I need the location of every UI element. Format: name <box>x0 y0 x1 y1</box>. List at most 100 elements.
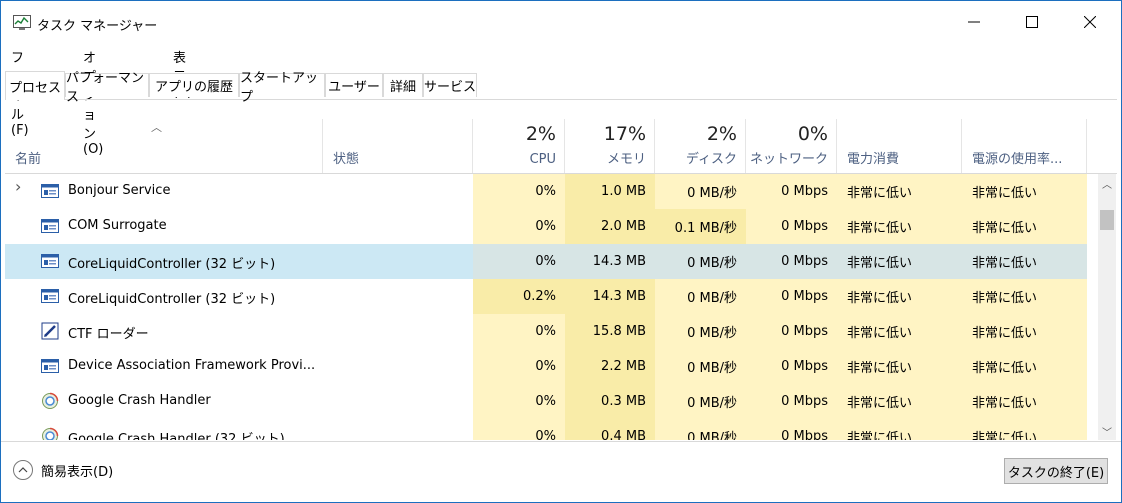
service-icon <box>41 357 59 375</box>
power-cell: 非常に低い <box>837 314 962 349</box>
cpu-total: 2% <box>525 123 556 145</box>
power-trend-cell: 非常に低い <box>962 384 1087 419</box>
memory-cell: 0.4 MB <box>565 419 655 440</box>
column-header: ︿ 名前 状態 2% CPU 17% メモリ 2% ディスク 0% ネットワーク… <box>5 119 1117 174</box>
fewer-details-label: 簡易表示(D) <box>41 464 114 480</box>
process-row[interactable]: Google Crash Handler (32 ビット) 0% 0.4 MB 0 M… <box>5 419 1098 440</box>
process-row[interactable]: CTF ローダー 0% 15.8 MB 0 MB/秒 0 Mbps 非常に低い 非常に低い <box>5 314 1098 349</box>
fewer-details-button[interactable]: 簡易表示(D) <box>13 460 113 480</box>
cpu-cell: 0% <box>473 244 565 279</box>
process-row[interactable]: Google Crash Handler 0% 0.3 MB 0 MB/秒 0 Mbps… <box>5 384 1098 419</box>
end-task-button[interactable]: タスクの終了(E) <box>1004 458 1108 484</box>
process-name: Device Association Framework Provi... <box>68 358 316 373</box>
chevron-up-icon <box>13 460 33 480</box>
power-cell: 非常に低い <box>837 244 962 279</box>
process-row[interactable]: CoreLiquidController (32 ビット) 0% 14.3 MB 0 … <box>5 244 1098 279</box>
cpu-cell: 0% <box>473 419 565 440</box>
title-bar: タスク マネージャー <box>1 1 1121 43</box>
column-memory[interactable]: 17% メモリ <box>565 119 655 173</box>
power-trend-cell: 非常に低い <box>962 419 1087 440</box>
power-trend-cell: 非常に低い <box>962 244 1087 279</box>
network-cell: 0 Mbps <box>746 384 837 419</box>
column-power[interactable]: 電力消費 <box>837 119 962 173</box>
memory-cell: 1.0 MB <box>565 174 655 209</box>
process-name: CoreLiquidController (32 ビット) <box>68 292 276 307</box>
process-name: CoreLiquidController (32 ビット) <box>68 257 276 272</box>
power-trend-cell: 非常に低い <box>962 279 1087 314</box>
service-icon <box>41 217 59 235</box>
tab-app-history[interactable]: アプリの履歴 <box>149 73 239 97</box>
tab-services[interactable]: サービス <box>423 73 477 97</box>
power-trend-cell: 非常に低い <box>962 349 1087 384</box>
network-cell: 0 Mbps <box>746 314 837 349</box>
network-total: 0% <box>797 123 828 145</box>
tab-startup[interactable]: スタートアップ <box>239 71 325 105</box>
power-trend-cell: 非常に低い <box>962 209 1087 244</box>
task-manager-icon <box>13 15 31 31</box>
disk-cell: 0 MB/秒 <box>655 279 746 314</box>
column-disk[interactable]: 2% ディスク <box>655 119 746 173</box>
process-name: CTF ローダー <box>68 327 149 342</box>
power-cell: 非常に低い <box>837 174 962 209</box>
network-cell: 0 Mbps <box>746 209 837 244</box>
scroll-up-icon[interactable]: ︿ <box>1098 174 1116 192</box>
memory-cell: 15.8 MB <box>565 314 655 349</box>
scroll-thumb[interactable] <box>1100 210 1114 230</box>
process-name: Google Crash Handler <box>68 393 211 408</box>
process-row[interactable]: Device Association Framework Provi... 0% 2… <box>5 349 1098 384</box>
memory-cell: 2.0 MB <box>565 209 655 244</box>
process-row[interactable]: CoreLiquidController (32 ビット) 0.2% 14.3 MB… <box>5 279 1098 314</box>
process-name: Bonjour Service <box>68 183 171 198</box>
sort-up-icon: ︿ <box>151 121 162 134</box>
column-name[interactable]: ︿ 名前 <box>5 119 323 173</box>
power-cell: 非常に低い <box>837 209 962 244</box>
tab-processes[interactable]: プロセス <box>5 71 65 100</box>
memory-total: 17% <box>603 123 646 145</box>
service-icon <box>41 252 59 270</box>
pen-icon <box>41 322 59 340</box>
column-network[interactable]: 0% ネットワーク <box>746 119 837 173</box>
power-trend-cell: 非常に低い <box>962 314 1087 349</box>
column-power-trend[interactable]: 電源の使用率... <box>962 119 1087 173</box>
disk-cell: 0.1 MB/秒 <box>655 209 746 244</box>
google-icon <box>41 392 59 410</box>
cpu-cell: 0% <box>473 174 565 209</box>
network-cell: 0 Mbps <box>746 349 837 384</box>
tab-bar: プロセス パフォーマンス アプリの履歴 スタートアップ ユーザー 詳細 サービス <box>5 71 1117 105</box>
close-button[interactable] <box>1061 1 1119 43</box>
vertical-scrollbar[interactable]: ︿ ﹀ <box>1098 174 1116 440</box>
disk-cell: 0 MB/秒 <box>655 419 746 440</box>
power-cell: 非常に低い <box>837 419 962 440</box>
maximize-icon <box>1026 16 1038 28</box>
network-cell: 0 Mbps <box>746 419 837 440</box>
column-status[interactable]: 状態 <box>323 119 473 173</box>
google-icon <box>41 427 59 440</box>
network-cell: 0 Mbps <box>746 279 837 314</box>
minimize-icon <box>968 21 980 23</box>
tab-details[interactable]: 詳細 <box>383 73 423 97</box>
memory-cell: 0.3 MB <box>565 384 655 419</box>
column-cpu[interactable]: 2% CPU <box>473 119 565 173</box>
maximize-button[interactable] <box>1003 1 1061 43</box>
expand-chevron-icon[interactable]: › <box>15 177 21 196</box>
memory-cell: 14.3 MB <box>565 279 655 314</box>
footer: 簡易表示(D) タスクの終了(E) <box>1 441 1121 502</box>
power-trend-cell: 非常に低い <box>962 174 1087 209</box>
cpu-cell: 0% <box>473 349 565 384</box>
process-name: COM Surrogate <box>68 218 167 233</box>
power-cell: 非常に低い <box>837 384 962 419</box>
disk-total: 2% <box>706 123 737 145</box>
process-row[interactable]: › Bonjour Service 0% 1.0 MB 0 MB/秒 0 Mbps 非常に低… <box>5 174 1098 209</box>
task-manager-window: タスク マネージャー ファイル(F) オプション(O) 表示(V) プロセス パ… <box>0 0 1122 503</box>
tab-performance[interactable]: パフォーマンス <box>65 71 149 105</box>
network-cell: 0 Mbps <box>746 244 837 279</box>
process-row[interactable]: COM Surrogate 0% 2.0 MB 0.1 MB/秒 0 Mbps 非常に低い… <box>5 209 1098 244</box>
cpu-cell: 0% <box>473 209 565 244</box>
service-icon <box>41 287 59 305</box>
cpu-cell: 0% <box>473 314 565 349</box>
disk-cell: 0 MB/秒 <box>655 174 746 209</box>
power-cell: 非常に低い <box>837 279 962 314</box>
minimize-button[interactable] <box>945 1 1003 43</box>
tab-users[interactable]: ユーザー <box>325 73 383 97</box>
scroll-down-icon[interactable]: ﹀ <box>1098 422 1116 440</box>
